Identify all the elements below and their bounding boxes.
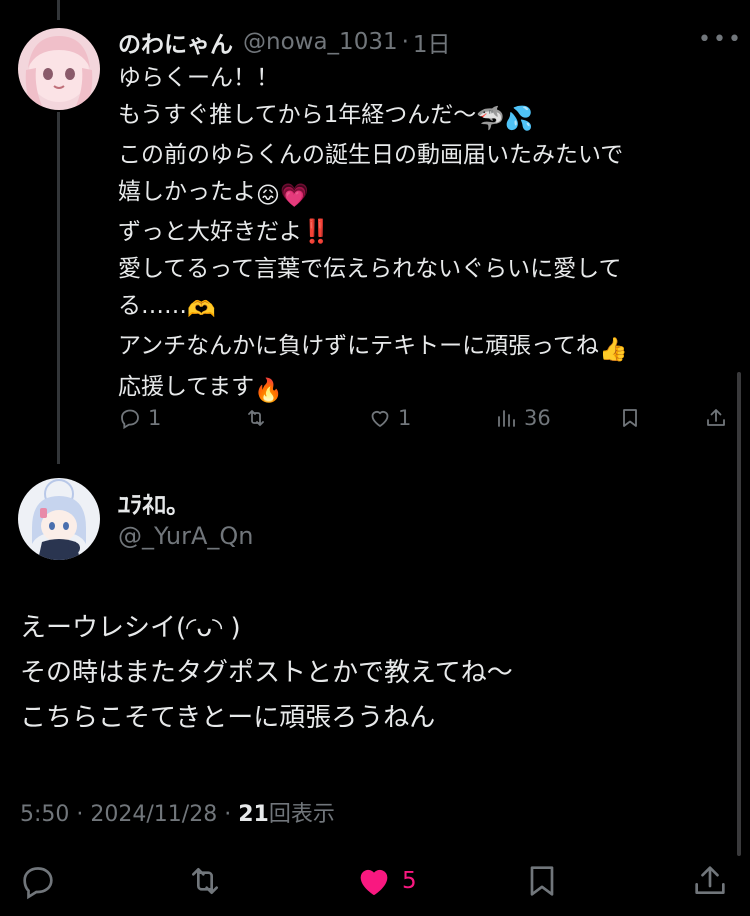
- reply-button[interactable]: [18, 859, 58, 903]
- reply-count: 1: [148, 406, 162, 430]
- heart-hands-emoji-icon: 🫶: [187, 296, 216, 323]
- heart-icon: [360, 869, 388, 896]
- scrollbar[interactable]: [737, 372, 741, 856]
- share-button[interactable]: [704, 400, 728, 436]
- bookmark-icon: [530, 866, 554, 896]
- shark-emoji-icon: 🦈: [476, 105, 505, 132]
- views-count: 21: [238, 802, 269, 827]
- share-icon: [707, 409, 725, 426]
- reply-line: る……🫶: [118, 288, 718, 329]
- bookmark-icon: [623, 409, 637, 427]
- bookmark-button[interactable]: [522, 859, 562, 903]
- reply-line: この前のゆらくんの誕生日の動画届いたみたいで: [118, 142, 624, 169]
- reply-author-name[interactable]: のわにゃん: [118, 25, 233, 59]
- post-author-name[interactable]: ﾕﾗﾈﾛ。: [118, 485, 190, 520]
- like-button[interactable]: 1: [368, 400, 411, 436]
- reply-time[interactable]: 1日: [413, 25, 451, 59]
- like-count: 5: [402, 868, 417, 894]
- separator: ·: [401, 29, 409, 55]
- reply-avatar[interactable]: [18, 28, 100, 110]
- reply-line: ゆらくーん！！: [118, 65, 279, 91]
- views-count: 36: [524, 406, 551, 430]
- reply-text: ゆらくーん！！ もうすぐ推してから1年経つんだ〜🦈💦 この前のゆらくんの誕生日の…: [118, 60, 718, 409]
- heart-emoji-icon: 💗: [279, 182, 309, 209]
- like-button[interactable]: 5: [354, 859, 417, 903]
- post-date[interactable]: 2024/11/28: [90, 802, 217, 827]
- reply-icon: [121, 409, 139, 430]
- reply-action-bar: 1 1 36: [118, 400, 730, 436]
- share-button[interactable]: [690, 859, 730, 903]
- repost-button[interactable]: [244, 400, 268, 436]
- reply-button[interactable]: 1: [118, 400, 161, 436]
- post-time[interactable]: 5:50: [20, 802, 69, 827]
- post-line: えーウレシイ(◜ᴗ◝ ): [20, 613, 241, 643]
- thread-line: [57, 112, 60, 464]
- separator: ·: [224, 802, 232, 827]
- reply-author-handle[interactable]: @nowa_1031: [243, 29, 398, 55]
- repost-icon: [248, 410, 264, 426]
- reply-line: ずっと大好きだよ‼️: [118, 219, 331, 246]
- post-text: えーウレシイ(◜ᴗ◝ ) その時はまたタグポストとかで教えてね〜 こちらこそてき…: [20, 606, 730, 741]
- views-label: 回表示: [268, 802, 335, 827]
- separator: ·: [76, 802, 84, 827]
- reply-line: アンチなんかに負けずにテキトーに頑張ってね👍: [118, 328, 718, 369]
- share-icon: [695, 866, 725, 894]
- reply-line: 愛してるって言葉で伝えられないぐらいに愛して: [118, 255, 622, 282]
- double-exclamation-icon: ‼️: [302, 219, 331, 246]
- post-meta: 5:50 · 2024/11/28 · 21回表示: [20, 796, 335, 828]
- bookmark-button[interactable]: [618, 400, 642, 436]
- reply-line: 嬉しかったよ😖💗: [118, 174, 718, 215]
- post-line: こちらこそてきとーに頑張ろうねん: [20, 703, 436, 733]
- thumbs-up-emoji-icon: 👍: [598, 337, 628, 364]
- reply-line: もうすぐ推してから1年経つんだ〜🦈💦: [118, 97, 718, 138]
- repost-icon: [192, 868, 218, 894]
- sweat-emoji-icon: 💦: [504, 105, 534, 132]
- reply-header: のわにゃん @nowa_1031 · 1日: [118, 26, 738, 58]
- repost-button[interactable]: [185, 859, 225, 903]
- face-emoji-icon: 😖: [256, 182, 280, 209]
- post-avatar[interactable]: [18, 478, 100, 560]
- reply-icon: [23, 867, 53, 900]
- heart-icon: [371, 410, 389, 427]
- views-button[interactable]: 36: [494, 400, 551, 436]
- more-icon[interactable]: •••: [698, 29, 741, 54]
- post-line: その時はまたタグポストとかで教えてね〜: [20, 658, 513, 688]
- thread-line-top: [57, 0, 60, 20]
- post-action-bar: 5: [0, 855, 750, 905]
- views-icon: [498, 410, 515, 427]
- like-count: 1: [398, 406, 412, 430]
- post-author-handle[interactable]: @_YurA_Qn: [118, 522, 254, 550]
